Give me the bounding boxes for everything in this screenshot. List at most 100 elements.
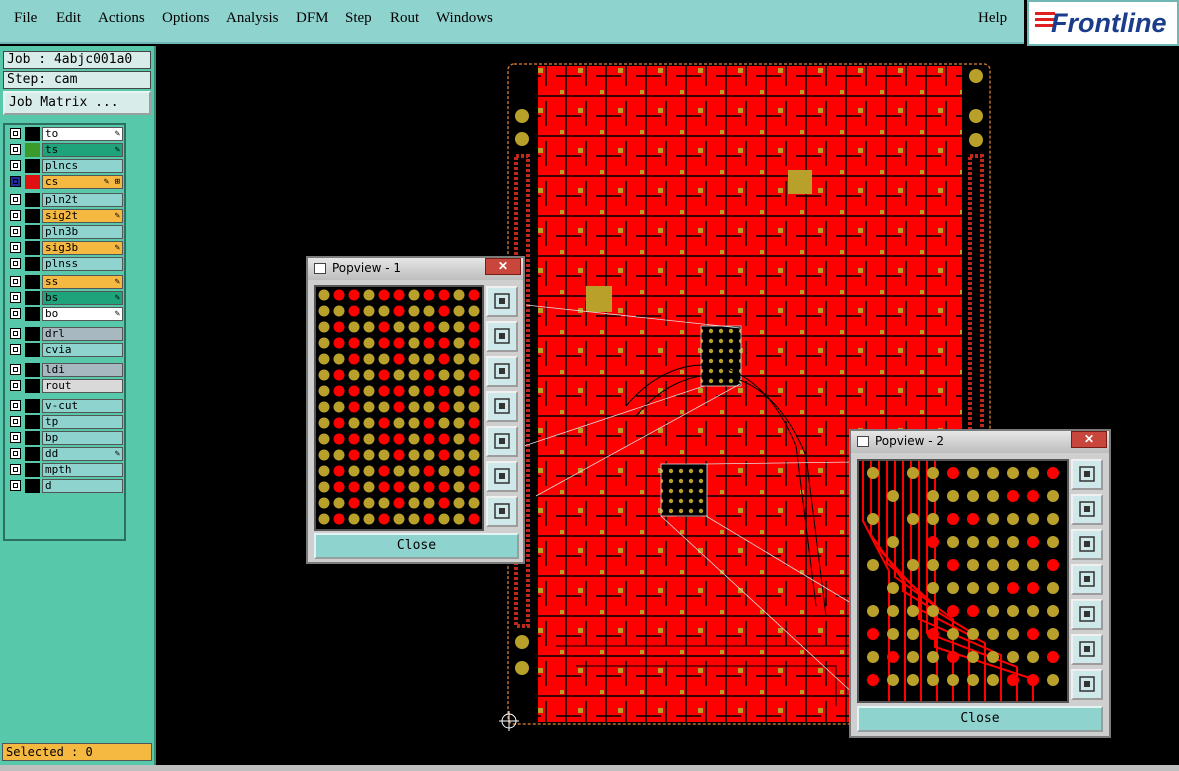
- layer-checkbox[interactable]: [10, 364, 21, 375]
- layer-name[interactable]: drl: [42, 327, 123, 341]
- layer-row-sig3b[interactable]: sig3b ✎: [7, 241, 124, 255]
- layer-checkbox[interactable]: [10, 160, 21, 171]
- layer-name[interactable]: cs ✎ ⊞: [42, 175, 123, 189]
- layer-row-to[interactable]: to ✎: [7, 127, 124, 141]
- layer-row-pln2t[interactable]: pln2t: [7, 193, 124, 207]
- layer-row-d[interactable]: d: [7, 479, 124, 493]
- layer-checkbox[interactable]: [10, 128, 21, 139]
- zoom-in-icon[interactable]: [486, 461, 518, 492]
- layer-checkbox[interactable]: [10, 308, 21, 319]
- menu-windows[interactable]: Windows: [436, 10, 493, 27]
- layer-checkbox[interactable]: [10, 258, 21, 269]
- popview-1-titlebar[interactable]: Popview - 1 ✕: [308, 258, 523, 280]
- menu-options[interactable]: Options: [162, 10, 210, 27]
- layer-row-mpth[interactable]: mpth: [7, 463, 124, 477]
- layer-checkbox[interactable]: [10, 242, 21, 253]
- popview-2-titlebar[interactable]: Popview - 2 ✕: [851, 431, 1109, 453]
- layer-name[interactable]: pln2t: [42, 193, 123, 207]
- layer-row-bp[interactable]: bp: [7, 431, 124, 445]
- layer-row-ldi[interactable]: ldi: [7, 363, 124, 377]
- pan-right-icon[interactable]: [486, 426, 518, 457]
- layer-name[interactable]: plncs: [42, 159, 123, 173]
- layer-name[interactable]: tp: [42, 415, 123, 429]
- popview-1-view[interactable]: [314, 285, 484, 531]
- layer-row-dd[interactable]: dd ✎: [7, 447, 124, 461]
- menu-edit[interactable]: Edit: [56, 10, 81, 27]
- layer-row-tp[interactable]: tp: [7, 415, 124, 429]
- zoom-fit-icon[interactable]: [1071, 459, 1103, 490]
- layer-checkbox[interactable]: [10, 176, 21, 187]
- layer-name[interactable]: ss ✎: [42, 275, 123, 289]
- layer-name[interactable]: v-cut: [42, 399, 123, 413]
- layer-name[interactable]: pln3b: [42, 225, 123, 239]
- layer-checkbox[interactable]: [10, 226, 21, 237]
- layer-name[interactable]: dd ✎: [42, 447, 123, 461]
- popview-2-close-button[interactable]: Close: [857, 706, 1103, 732]
- layer-name[interactable]: mpth: [42, 463, 123, 477]
- job-matrix-button[interactable]: Job Matrix ...: [3, 91, 151, 115]
- layer-name[interactable]: cvia: [42, 343, 123, 357]
- layer-name[interactable]: to ✎: [42, 127, 123, 141]
- pan-up-icon[interactable]: [486, 321, 518, 352]
- layer-name[interactable]: rout: [42, 379, 123, 393]
- pan-left-icon[interactable]: [1071, 564, 1103, 595]
- layer-checkbox[interactable]: [10, 448, 21, 459]
- layer-row-bs[interactable]: bs ✎: [7, 291, 124, 305]
- popview-2-view[interactable]: [857, 459, 1069, 703]
- layer-checkbox[interactable]: [10, 276, 21, 287]
- layer-checkbox[interactable]: [10, 400, 21, 411]
- layer-name[interactable]: plnss: [42, 257, 123, 271]
- layer-row-rout[interactable]: rout: [7, 379, 124, 393]
- layer-checkbox[interactable]: [10, 144, 21, 155]
- layer-row-plncs[interactable]: plncs: [7, 159, 124, 173]
- layer-row-cs[interactable]: cs ✎ ⊞: [7, 175, 124, 189]
- layer-name[interactable]: bo ✎: [42, 307, 123, 321]
- pan-right-icon[interactable]: [1071, 599, 1103, 630]
- layer-name[interactable]: bs ✎: [42, 291, 123, 305]
- menu-analysis[interactable]: Analysis: [226, 10, 279, 27]
- layer-checkbox[interactable]: [10, 328, 21, 339]
- pan-left-icon[interactable]: [486, 391, 518, 422]
- menu-file[interactable]: File: [14, 10, 37, 27]
- layer-row-drl[interactable]: drl: [7, 327, 124, 341]
- zoom-in-icon[interactable]: [1071, 634, 1103, 665]
- layer-row-bo[interactable]: bo ✎: [7, 307, 124, 321]
- pan-up-icon[interactable]: [1071, 494, 1103, 525]
- layer-checkbox[interactable]: [10, 344, 21, 355]
- zoom-fit-icon[interactable]: [486, 286, 518, 317]
- layer-row-sig2t[interactable]: sig2t ✎: [7, 209, 124, 223]
- layer-checkbox[interactable]: [10, 380, 21, 391]
- layer-checkbox[interactable]: [10, 432, 21, 443]
- menu-help[interactable]: Help: [978, 10, 1007, 27]
- popview-1-close-button[interactable]: Close: [314, 533, 519, 559]
- layer-name[interactable]: d: [42, 479, 123, 493]
- menu-rout[interactable]: Rout: [390, 10, 419, 27]
- layer-row-ss[interactable]: ss ✎: [7, 275, 124, 289]
- layer-checkbox[interactable]: [10, 194, 21, 205]
- menu-actions[interactable]: Actions: [98, 10, 145, 27]
- layer-name[interactable]: ldi: [42, 363, 123, 377]
- popview-2-window[interactable]: Popview - 2 ✕ Close: [849, 429, 1111, 738]
- layer-row-pln3b[interactable]: pln3b: [7, 225, 124, 239]
- popview-1-window[interactable]: Popview - 1 ✕ Close: [306, 256, 525, 564]
- layer-name[interactable]: bp: [42, 431, 123, 445]
- layer-row-cvia[interactable]: cvia: [7, 343, 124, 357]
- layer-name[interactable]: sig2t ✎: [42, 209, 123, 223]
- zoom-out-icon[interactable]: [486, 496, 518, 527]
- layer-name[interactable]: ts ✎: [42, 143, 123, 157]
- layer-row-plnss[interactable]: plnss: [7, 257, 124, 271]
- zoom-out-icon[interactable]: [1071, 669, 1103, 700]
- popview-1-close-x-button[interactable]: ✕: [485, 258, 521, 275]
- layer-checkbox[interactable]: [10, 464, 21, 475]
- popview-2-close-x-button[interactable]: ✕: [1071, 431, 1107, 448]
- menu-step[interactable]: Step: [345, 10, 372, 27]
- layer-checkbox[interactable]: [10, 480, 21, 491]
- pan-down-icon[interactable]: [1071, 529, 1103, 560]
- layer-checkbox[interactable]: [10, 210, 21, 221]
- layer-row-v-cut[interactable]: v-cut: [7, 399, 124, 413]
- layer-checkbox[interactable]: [10, 416, 21, 427]
- menu-dfm[interactable]: DFM: [296, 10, 329, 27]
- layer-name[interactable]: sig3b ✎: [42, 241, 123, 255]
- layer-row-ts[interactable]: ts ✎: [7, 143, 124, 157]
- pan-down-icon[interactable]: [486, 356, 518, 387]
